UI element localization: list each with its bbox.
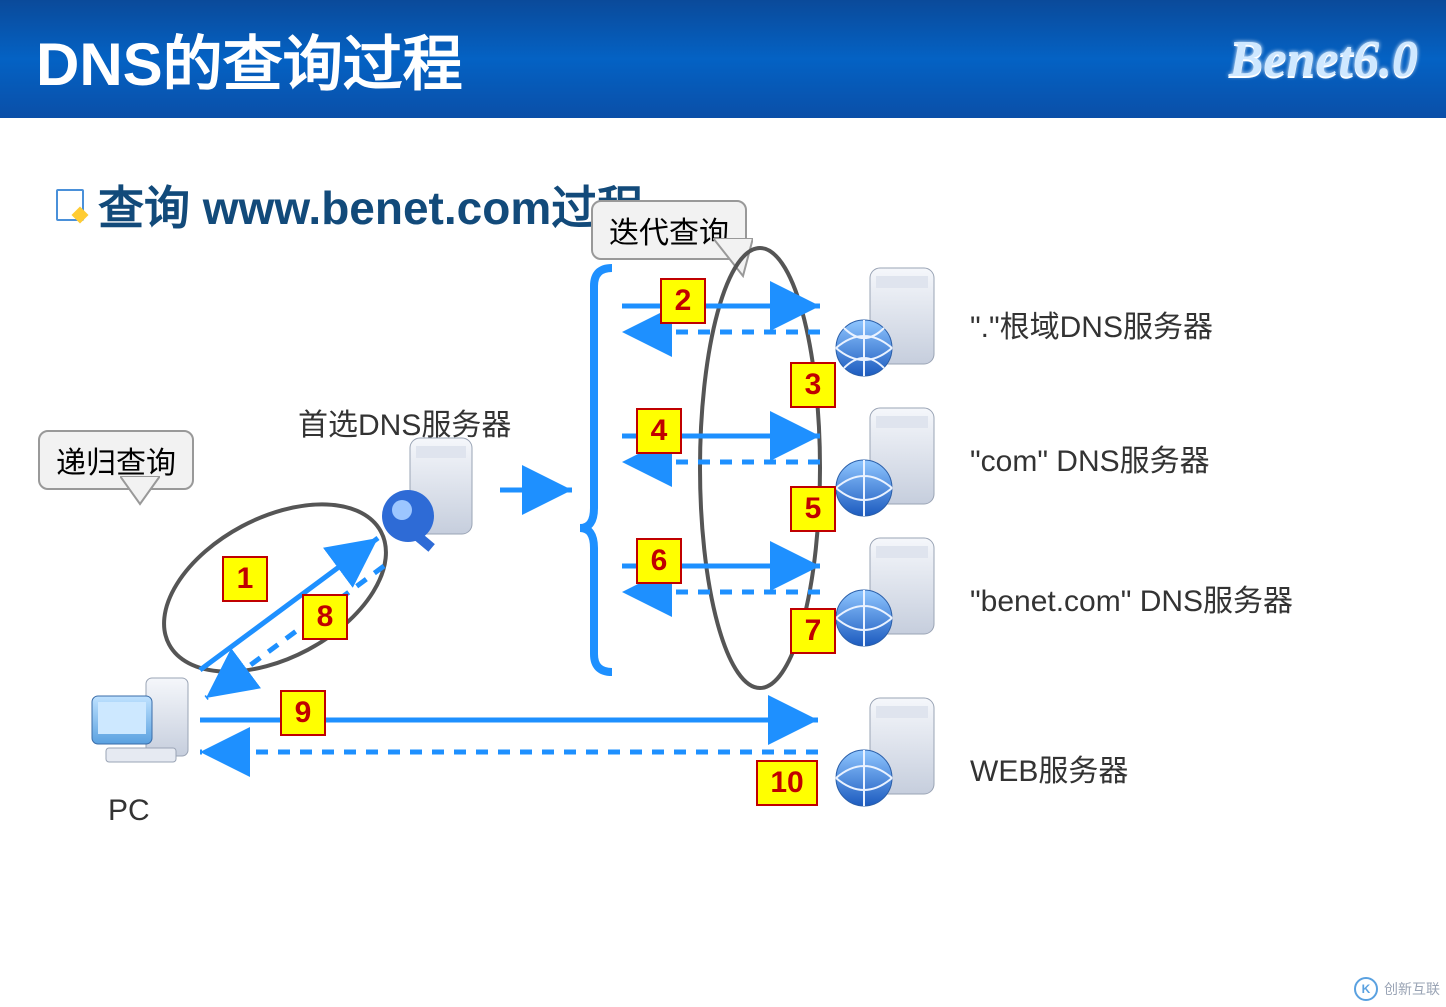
com-dns-icon <box>836 408 934 516</box>
diagram-canvas <box>0 118 1446 1007</box>
web-server-label: WEB服务器 <box>970 746 1128 790</box>
brand-logo: Benet6.0 <box>1229 30 1418 89</box>
web-server-icon <box>836 698 934 806</box>
com-dns-label: "com" DNS服务器 <box>970 436 1210 480</box>
root-dns-icon <box>836 268 934 376</box>
arrow-pair-2-3 <box>622 306 820 332</box>
watermark-text: 创新互联 <box>1384 979 1440 999</box>
step-1: 1 <box>222 556 268 602</box>
step-8: 8 <box>302 594 348 640</box>
step-6: 6 <box>636 538 682 584</box>
bracket-icon <box>580 268 612 672</box>
step-3: 3 <box>790 362 836 408</box>
step-4: 4 <box>636 408 682 454</box>
pc-label: PC <box>108 794 150 828</box>
recursive-ellipse-icon <box>136 470 414 706</box>
slide: DNS的查询过程 Benet6.0 查询 www.benet.com过程 递归查… <box>0 0 1446 1007</box>
slide-title: DNS的查询过程 <box>36 16 463 103</box>
step-9: 9 <box>280 690 326 736</box>
step-7: 7 <box>790 608 836 654</box>
root-dns-label: "."根域DNS服务器 <box>970 302 1213 346</box>
slide-body: 查询 www.benet.com过程 递归查询 迭代查询 <box>0 118 1446 1007</box>
step-2: 2 <box>660 278 706 324</box>
local-dns-icon <box>382 438 472 552</box>
benet-dns-label: "benet.com" DNS服务器 <box>970 576 1293 620</box>
watermark: K 创新互联 <box>1354 977 1440 1001</box>
watermark-logo-icon: K <box>1354 977 1378 1001</box>
local-dns-label: 首选DNS服务器 <box>298 400 511 444</box>
step-10: 10 <box>756 760 818 806</box>
pc-icon <box>92 678 188 762</box>
slide-header: DNS的查询过程 Benet6.0 <box>0 0 1446 118</box>
step-5: 5 <box>790 486 836 532</box>
benet-dns-icon <box>836 538 934 646</box>
